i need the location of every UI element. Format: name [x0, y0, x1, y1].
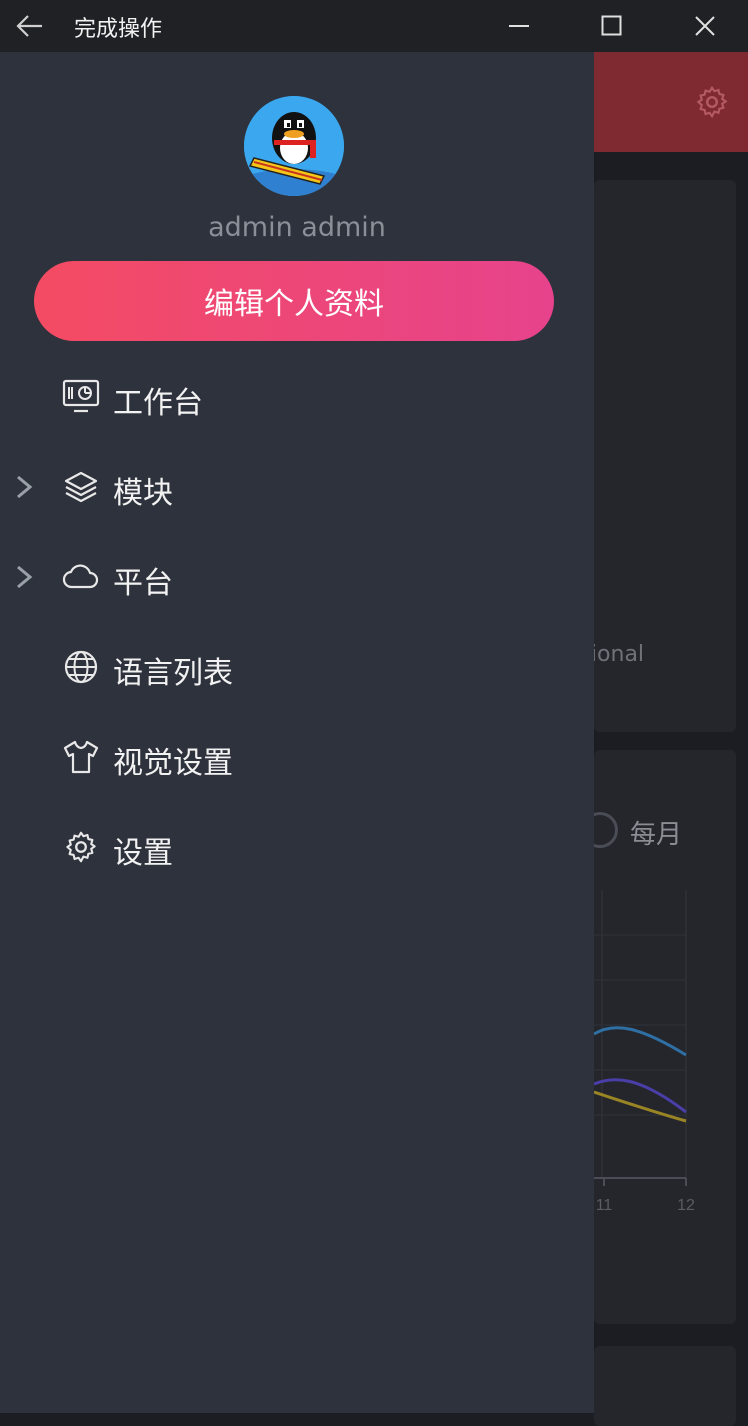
background-card-text: ssional [594, 642, 645, 667]
menu-item-languages[interactable]: 语言列表 [0, 622, 594, 712]
edit-profile-button[interactable]: 编辑个人资料 [34, 261, 554, 341]
title-bar: 完成操作 [0, 0, 748, 52]
tshirt-icon [62, 739, 100, 775]
menu-item-label: 语言列表 [113, 656, 233, 691]
avatar[interactable] [244, 96, 344, 196]
background-card [594, 1346, 736, 1426]
menu-item-appearance[interactable]: 视觉设置 [0, 712, 594, 802]
menu-item-label: 视觉设置 [113, 746, 233, 781]
menu-item-dashboard[interactable]: 工作台 [0, 352, 594, 442]
menu-item-platform[interactable]: 平台 [0, 532, 594, 622]
menu-item-label: 工作台 [113, 386, 203, 421]
globe-icon [62, 649, 100, 685]
menu-item-modules[interactable]: 模块 [0, 442, 594, 532]
drawer-menu: 工作台 模块 平台 语言列表 视觉设置 设置 [0, 352, 594, 892]
gear-icon [62, 829, 100, 865]
username: admin admin [208, 212, 386, 243]
menu-item-settings[interactable]: 设置 [0, 802, 594, 892]
period-monthly-label: 每月 [630, 820, 683, 850]
close-icon[interactable] [683, 6, 727, 46]
dashboard-icon [62, 379, 100, 415]
background-line-chart: 11 12 [594, 890, 695, 1214]
window-title: 完成操作 [74, 17, 163, 42]
navigation-drawer: admin admin 编辑个人资料 工作台 模块 平台 语言列表 视觉设置 设… [0, 52, 594, 1413]
arrow-left-icon[interactable] [14, 10, 46, 42]
menu-item-label: 模块 [113, 476, 173, 511]
minimize-icon[interactable] [498, 6, 542, 46]
layers-icon [62, 469, 100, 505]
menu-item-label: 设置 [113, 836, 173, 871]
menu-item-label: 平台 [113, 566, 173, 601]
settings-gear-icon[interactable] [694, 84, 730, 120]
cloud-icon [62, 559, 100, 595]
chevron-right-icon[interactable] [10, 562, 38, 592]
chevron-right-icon[interactable] [10, 472, 38, 502]
maximize-icon[interactable] [590, 6, 634, 46]
chart-tick-label: 12 [677, 1197, 695, 1214]
chart-tick-label: 11 [596, 1197, 613, 1214]
